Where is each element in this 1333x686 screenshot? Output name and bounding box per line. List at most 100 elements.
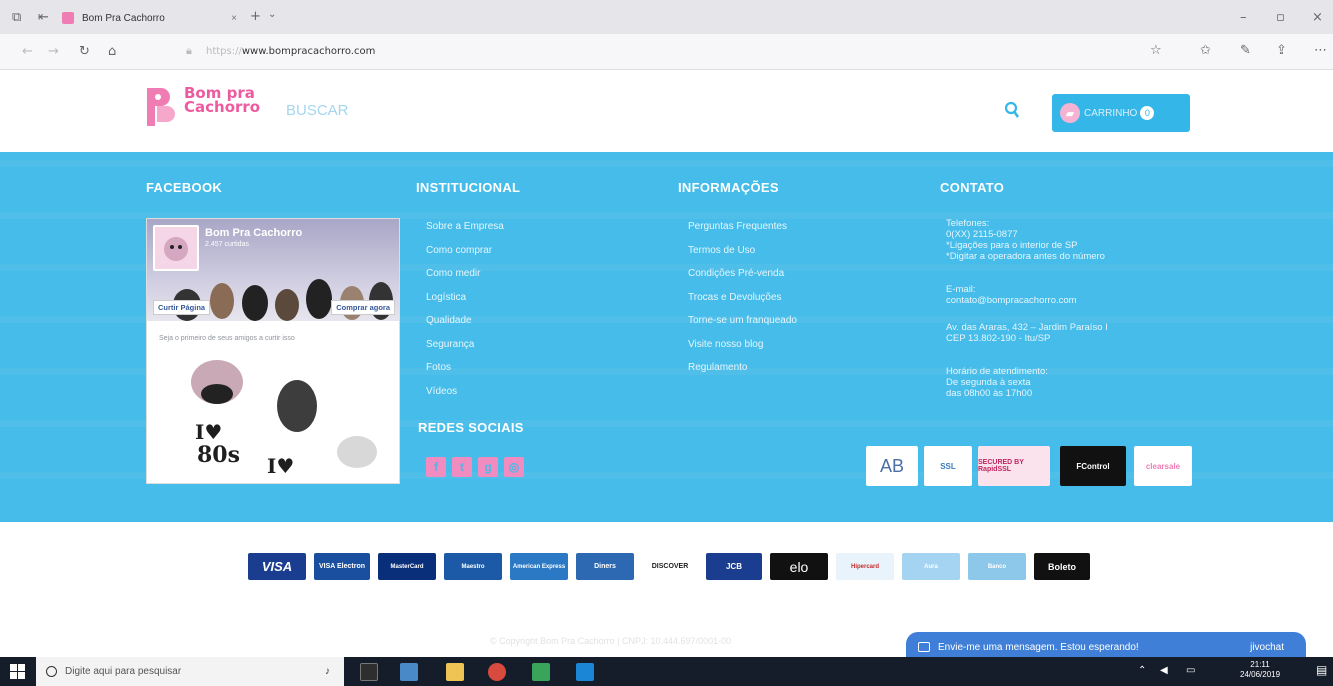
tab-title: Bom Pra Cachorro <box>82 12 165 24</box>
file-explorer-icon[interactable] <box>446 663 464 681</box>
seal-clearsale[interactable]: clearsale <box>1134 446 1192 486</box>
new-tab-icon[interactable]: + <box>250 10 261 23</box>
tab-actions-icon[interactable]: ⧉ <box>12 11 21 24</box>
cortana-icon <box>46 666 57 677</box>
facebook-buy-button[interactable]: Comprar agora <box>331 299 395 315</box>
pen-icon[interactable]: ✎ <box>1240 44 1251 57</box>
payment-hipercard: Hipercard <box>836 553 894 580</box>
taskbar-clock[interactable]: 21:11 24/06/2019 <box>1240 660 1280 680</box>
desktop-app-icon[interactable] <box>400 663 418 681</box>
taskbar-search-placeholder: Digite aqui para pesquisar <box>65 666 182 677</box>
contact-email: E-mail: contato@bompracachorro.com <box>946 284 1077 306</box>
instagram-social-icon[interactable]: ◎ <box>504 457 524 477</box>
browser-tab[interactable]: Bom Pra Cachorro × <box>62 6 237 30</box>
seal-ab[interactable]: AB <box>866 446 918 486</box>
phone-number[interactable]: 0(XX) 2115-0877 <box>946 229 1105 240</box>
task-view-icon[interactable] <box>360 663 378 681</box>
home-icon[interactable]: ⌂ <box>108 45 116 58</box>
taskbar-search-box[interactable]: Digite aqui para pesquisar ♪ <box>36 657 344 686</box>
logo-paw-icon[interactable] <box>143 84 179 130</box>
browser-tab-bar: ⧉ ⇤ Bom Pra Cachorro × + ⌄ – ▫ × <box>0 0 1333 34</box>
windows-start-icon[interactable] <box>10 664 25 679</box>
maximize-icon[interactable]: ▫ <box>1276 11 1285 24</box>
link-condicoes-pre-venda[interactable]: Condições Pré-venda <box>688 267 797 291</box>
address-line-1: Av. das Araras, 432 – Jardim Paraíso I <box>946 322 1108 333</box>
payment-maestro: Maestro <box>444 553 502 580</box>
seal-rapidssl[interactable]: SECURED BY RapidSSL <box>978 446 1050 486</box>
link-trocas-devolucoes[interactable]: Trocas e Devoluções <box>688 291 797 315</box>
search-input[interactable] <box>280 95 1000 125</box>
hours-line-1: De segunda à sexta <box>946 377 1031 388</box>
facebook-page-widget[interactable]: Bom Pra Cachorro 2.457 curtidas Curtir P… <box>146 218 400 484</box>
payment-visa-electron: VISA Electron <box>314 553 370 580</box>
chat-message: Envie-me uma mensagem. Estou esperando! <box>938 641 1139 653</box>
payment-elo: elo <box>770 553 828 580</box>
logo-text[interactable]: Bom pra Cachorro <box>184 86 261 116</box>
facebook-actions: Curtir Página Comprar agora <box>147 297 399 317</box>
link-videos[interactable]: Vídeos <box>426 385 504 409</box>
facebook-page-name[interactable]: Bom Pra Cachorro <box>205 227 302 239</box>
volume-icon[interactable]: ◀ <box>1160 666 1168 676</box>
payment-jcb: JCB <box>706 553 762 580</box>
post-text-80s: 80s <box>197 442 241 468</box>
facebook-like-button[interactable]: Curtir Página <box>153 299 211 315</box>
forward-icon[interactable]: → <box>48 45 59 58</box>
facebook-friends-text: Seja o primeiro de seus amigos a curtir … <box>159 335 295 342</box>
share-icon[interactable]: ⇪ <box>1276 44 1287 57</box>
link-como-medir[interactable]: Como medir <box>426 267 504 291</box>
payment-banco: Banco <box>968 553 1026 580</box>
payment-visa: VISA <box>248 553 306 580</box>
photos-app-icon[interactable] <box>532 663 550 681</box>
link-blog[interactable]: Visite nosso blog <box>688 338 797 362</box>
link-sobre-empresa[interactable]: Sobre a Empresa <box>426 220 504 244</box>
facebook-heading: FACEBOOK <box>146 180 223 195</box>
seal-ssl[interactable]: SSL <box>924 446 972 486</box>
close-window-icon[interactable]: × <box>1312 11 1323 24</box>
footer-stripe <box>0 160 1333 167</box>
favorites-hub-icon[interactable]: ✩ <box>1200 44 1211 57</box>
link-qualidade[interactable]: Qualidade <box>426 314 504 338</box>
chat-brand: jivochat <box>1250 641 1284 653</box>
favorite-star-icon[interactable]: ☆ <box>1150 44 1162 57</box>
phone-note-2: *Digitar a operadora antes do número <box>946 251 1105 262</box>
link-logistica[interactable]: Logística <box>426 291 504 315</box>
link-franqueado[interactable]: Torne-se um franqueado <box>688 314 797 338</box>
phone-note-1: *Ligações para o interior de SP <box>946 240 1078 251</box>
close-tab-icon[interactable]: × <box>231 13 237 24</box>
address-line-2: CEP 13.802-190 - Itu/SP <box>946 333 1051 344</box>
link-como-comprar[interactable]: Como comprar <box>426 244 504 268</box>
refresh-icon[interactable]: ↻ <box>79 45 90 58</box>
tab-list-chevron-icon[interactable]: ⌄ <box>268 10 276 20</box>
googleplus-social-icon[interactable]: g <box>478 457 498 477</box>
notifications-icon[interactable]: ▤ <box>1316 664 1327 676</box>
tray-chevron-icon[interactable]: ⌃ <box>1138 666 1146 676</box>
email-address[interactable]: contato@bompracachorro.com <box>946 295 1077 306</box>
facebook-social-icon[interactable]: f <box>426 457 446 477</box>
payment-discover: DISCOVER <box>642 553 698 580</box>
link-termos-uso[interactable]: Termos de Uso <box>688 244 797 268</box>
institucional-heading: INSTITUCIONAL <box>416 180 521 195</box>
url-field[interactable]: https://www.bompracachorro.com <box>206 46 375 57</box>
logo-line-2: Cachorro <box>184 98 261 116</box>
link-seguranca[interactable]: Segurança <box>426 338 504 362</box>
microphone-icon[interactable]: ♪ <box>325 666 330 677</box>
link-fotos[interactable]: Fotos <box>426 361 504 385</box>
informacoes-links: Perguntas Frequentes Termos de Uso Condi… <box>688 220 797 385</box>
tab-aside-icon[interactable]: ⇤ <box>38 11 49 24</box>
back-icon[interactable]: ← <box>22 45 33 58</box>
seal-fcontrol[interactable]: FControl <box>1060 446 1126 486</box>
more-icon[interactable]: ⋯ <box>1314 44 1327 57</box>
chrome-icon[interactable] <box>488 663 506 681</box>
contact-address: Av. das Araras, 432 – Jardim Paraíso I C… <box>946 322 1108 344</box>
link-perguntas-frequentes[interactable]: Perguntas Frequentes <box>688 220 797 244</box>
minimize-icon[interactable]: – <box>1240 11 1247 24</box>
search-icon[interactable] <box>1004 101 1020 119</box>
chat-bubble-icon <box>918 642 930 652</box>
network-icon[interactable]: ▭ <box>1186 666 1195 676</box>
site-favicon-icon <box>62 12 74 24</box>
edge-browser-icon[interactable] <box>576 663 594 681</box>
cart-button[interactable]: ▰ CARRINHO 0 <box>1052 94 1190 132</box>
twitter-social-icon[interactable]: t <box>452 457 472 477</box>
facebook-post-image[interactable]: I♥ 80s I♥ <box>147 354 399 483</box>
link-regulamento[interactable]: Regulamento <box>688 361 797 385</box>
